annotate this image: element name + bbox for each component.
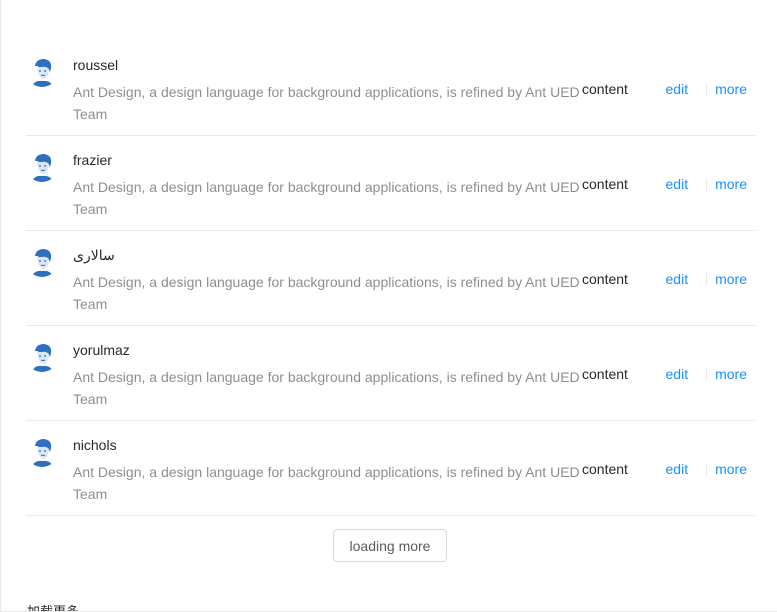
list-item-description: Ant Design, a design language for backgr… — [73, 84, 580, 122]
list-item: yorulmaz Ant Design, a design language f… — [26, 326, 755, 421]
list-item-description: Ant Design, a design language for backgr… — [73, 274, 580, 312]
list-item-description: Ant Design, a design language for backgr… — [73, 369, 580, 407]
edit-link[interactable]: edit — [666, 81, 689, 97]
more-link[interactable]: more — [715, 271, 747, 287]
list-item-title[interactable]: yorulmaz — [73, 342, 581, 358]
list-item-content: content — [582, 271, 628, 287]
edit-link[interactable]: edit — [666, 461, 689, 477]
action-divider — [706, 462, 708, 476]
more-link[interactable]: more — [715, 176, 747, 192]
action-divider — [706, 367, 708, 381]
list-item-meta: سالاری Ant Design, a design language for… — [73, 247, 581, 315]
list-item-title[interactable]: سالاری — [73, 247, 581, 263]
list-item-content: content — [582, 81, 628, 97]
list-item: frazier Ant Design, a design language fo… — [26, 136, 755, 231]
more-link[interactable]: more — [715, 81, 747, 97]
list-item-meta: yorulmaz Ant Design, a design language f… — [73, 342, 581, 410]
action-divider — [706, 272, 708, 286]
list-item-actions: edit more — [666, 176, 747, 192]
list-item-actions: edit more — [666, 366, 747, 382]
list-container: roussel Ant Design, a design language fo… — [0, 0, 777, 612]
more-link[interactable]: more — [715, 461, 747, 477]
list-item-actions: edit more — [666, 81, 747, 97]
list-item-content: content — [582, 366, 628, 382]
load-more-button[interactable]: loading more — [333, 529, 447, 562]
list-item-meta: nichols Ant Design, a design language fo… — [73, 437, 581, 505]
list-item-actions: edit more — [666, 271, 747, 287]
list-item-description: Ant Design, a design language for backgr… — [73, 179, 580, 217]
footer-loading-text: 加载更多 ... — [27, 604, 94, 612]
list-item-meta: frazier Ant Design, a design language fo… — [73, 152, 581, 220]
edit-link[interactable]: edit — [666, 271, 689, 287]
user-avatar-icon[interactable] — [26, 340, 58, 372]
user-avatar-icon[interactable] — [26, 150, 58, 182]
list-item-description: Ant Design, a design language for backgr… — [73, 464, 580, 502]
list-item-content: content — [582, 176, 628, 192]
list-item-title[interactable]: nichols — [73, 437, 581, 453]
list-item-content: content — [582, 461, 628, 477]
loadmore-list: roussel Ant Design, a design language fo… — [26, 41, 755, 516]
user-avatar-icon[interactable] — [26, 55, 58, 87]
list-item: nichols Ant Design, a design language fo… — [26, 421, 755, 516]
list-item-title[interactable]: frazier — [73, 152, 581, 168]
list-item: سالاری Ant Design, a design language for… — [26, 231, 755, 326]
more-link[interactable]: more — [715, 366, 747, 382]
list-item-title[interactable]: roussel — [73, 57, 581, 73]
user-avatar-icon[interactable] — [26, 435, 58, 467]
action-divider — [706, 82, 708, 96]
list-item: roussel Ant Design, a design language fo… — [26, 41, 755, 136]
action-divider — [706, 177, 708, 191]
user-avatar-icon[interactable] — [26, 245, 58, 277]
edit-link[interactable]: edit — [666, 176, 689, 192]
edit-link[interactable]: edit — [666, 366, 689, 382]
load-more-container: loading more — [333, 529, 447, 562]
list-item-actions: edit more — [666, 461, 747, 477]
list-item-meta: roussel Ant Design, a design language fo… — [73, 57, 581, 125]
